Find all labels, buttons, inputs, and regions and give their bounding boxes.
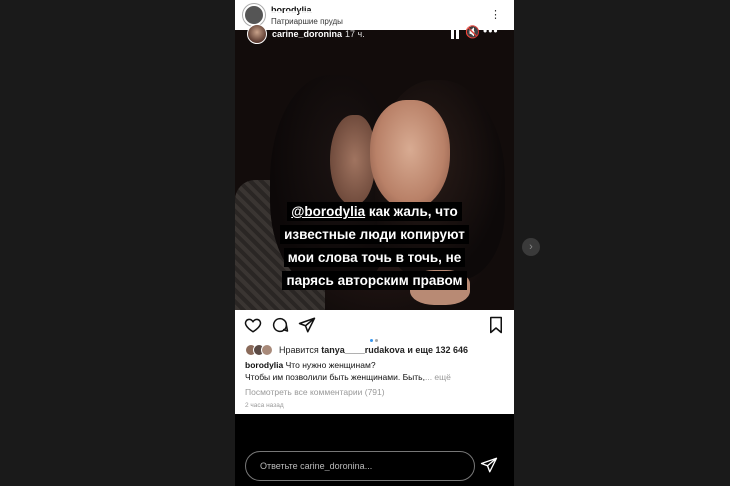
mute-icon[interactable]: 🔇 (465, 25, 480, 39)
story-more-icon[interactable]: ••• (483, 24, 499, 38)
carousel-indicator (370, 329, 380, 342)
story-timestamp: 17 ч. (345, 29, 365, 39)
carousel-dot (370, 339, 373, 342)
likes-count[interactable]: 132 646 (435, 345, 468, 355)
progress-segment (344, 11, 358, 13)
photo-detail (370, 100, 450, 210)
likes-username[interactable]: tanya____rudakova (321, 345, 405, 355)
story-frame[interactable]: borodylia Патриаршие пруды ⋮ carine_doro… (235, 0, 514, 486)
caption-more-link[interactable]: ... ещё (425, 372, 451, 382)
photo-detail (330, 115, 375, 205)
likes-text: Нравится tanya____rudakova и еще 132 646 (279, 345, 468, 355)
heart-icon[interactable] (244, 316, 262, 334)
shared-post-username[interactable]: borodylia (271, 5, 312, 15)
progress-segment (465, 11, 479, 13)
reply-input[interactable] (245, 451, 475, 481)
progress-segment (299, 11, 313, 13)
progress-segment (495, 11, 509, 13)
progress-segment (284, 11, 298, 13)
next-story-button[interactable]: › (522, 238, 540, 256)
progress-segment (480, 11, 494, 13)
viewer: borodylia Патриаршие пруды ⋮ carine_doro… (0, 0, 730, 486)
likes-and: и еще (407, 345, 433, 355)
progress-segment (405, 11, 419, 13)
text-sticker: @borodylia как жаль, что известные люди … (267, 200, 482, 292)
send-icon[interactable] (480, 456, 498, 474)
caption-first-line: borodylia Что нужно женщинам? (245, 360, 376, 370)
share-icon[interactable] (298, 316, 316, 334)
bookmark-icon[interactable] (487, 316, 505, 334)
sticker-line: мои слова точь в точь, не (283, 248, 466, 267)
progress-segment (269, 11, 283, 13)
sticker-text: как жаль, что (365, 204, 458, 219)
post-actions (235, 316, 514, 342)
story-progress-bar (269, 11, 509, 13)
progress-segment (374, 11, 388, 13)
progress-segment (435, 11, 449, 13)
sticker-line: @borodylia как жаль, что (287, 202, 462, 221)
progress-segment (329, 11, 343, 13)
comment-icon[interactable] (271, 316, 289, 334)
view-comments-link[interactable]: Посмотреть все комментарии (791) (245, 387, 385, 397)
likes-row[interactable]: Нравится tanya____rudakova и еще 132 646 (245, 343, 468, 357)
story-author-username[interactable]: carine_doronina (272, 29, 342, 39)
story-header: carine_doronina 17 ч. 🔇 ••• (235, 20, 514, 48)
shared-post-footer[interactable]: Нравится tanya____rudakova и еще 132 646… (235, 310, 514, 414)
liker-avatar (261, 344, 273, 356)
progress-segment (359, 11, 373, 13)
caption-text: Что нужно женщинам? (285, 360, 376, 370)
progress-segment (390, 11, 404, 13)
sticker-line: известные люди копируют (280, 225, 469, 244)
sticker-line: парясь авторским правом (282, 271, 467, 290)
pause-icon[interactable] (450, 28, 460, 39)
progress-segment (450, 11, 464, 13)
likes-prefix: Нравится (279, 345, 319, 355)
caption-text: Чтобы им позволили быть женщинами. Быть, (245, 372, 425, 382)
carousel-dot (375, 339, 378, 342)
story-author-avatar[interactable] (247, 24, 267, 44)
post-timestamp: 2 часа назад (245, 402, 284, 409)
progress-segment (314, 11, 328, 13)
progress-segment (420, 11, 434, 13)
mention-link[interactable]: @borodylia (291, 204, 365, 219)
caption-second-line: Чтобы им позволили быть женщинами. Быть,… (245, 372, 451, 382)
caption-username[interactable]: borodylia (245, 360, 283, 370)
